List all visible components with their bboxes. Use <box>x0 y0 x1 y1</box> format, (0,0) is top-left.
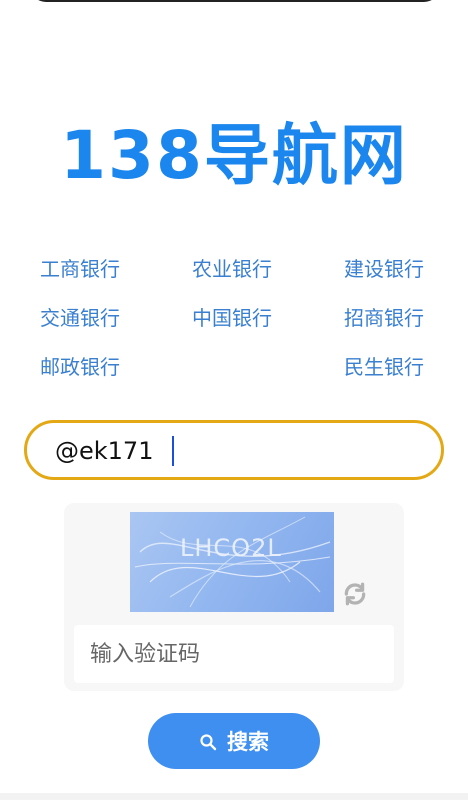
bank-link-cmb[interactable]: 招商银行 <box>344 303 424 333</box>
bank-link-psbc[interactable]: 邮政银行 <box>40 352 120 382</box>
captcha-noise-lines <box>134 516 331 608</box>
bank-link-ccb[interactable]: 建设银行 <box>344 254 424 284</box>
text-caret <box>172 436 174 466</box>
bank-link-boc[interactable]: 中国银行 <box>192 303 272 333</box>
captcha-image[interactable]: LHCO2L <box>130 512 334 612</box>
bank-link-cmbc[interactable]: 民生银行 <box>344 352 424 382</box>
search-button-label: 搜索 <box>227 730 269 754</box>
search-button[interactable]: 搜索 <box>148 713 320 769</box>
top-frame-edge <box>30 0 440 2</box>
bank-link-abc[interactable]: 农业银行 <box>192 254 272 284</box>
search-input[interactable] <box>55 434 415 468</box>
search-box <box>24 420 444 480</box>
bottom-divider <box>0 793 468 800</box>
bank-links-grid: 工商银行 农业银行 建设银行 交通银行 中国银行 招商银行 邮政银行 民生银行 <box>40 250 432 390</box>
search-icon <box>199 732 217 751</box>
bank-link-bocom[interactable]: 交通银行 <box>40 303 120 333</box>
site-logo: 138导航网 <box>60 117 408 194</box>
refresh-icon[interactable] <box>342 581 368 607</box>
captcha-text: LHCO2L <box>180 534 282 562</box>
captcha-input[interactable] <box>74 625 394 683</box>
captcha-panel: LHCO2L <box>64 503 404 691</box>
bank-link-icbc[interactable]: 工商银行 <box>40 254 120 284</box>
